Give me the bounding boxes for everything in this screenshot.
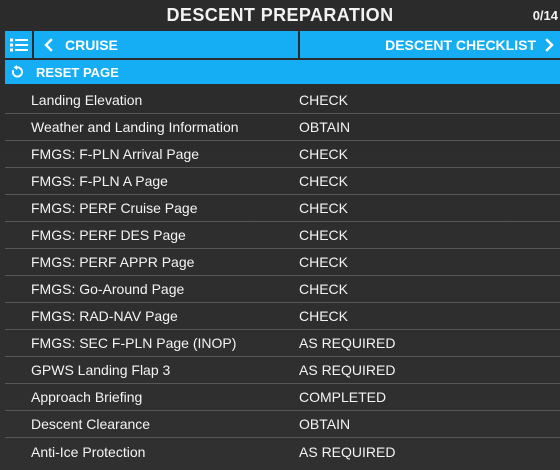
checklist-item-label: FMGS: PERF Cruise Page — [31, 200, 198, 216]
checklist-row[interactable]: Weather and Landing Information OBTAIN — [5, 114, 560, 141]
reset-page-button[interactable]: RESET PAGE — [5, 60, 560, 84]
checklist-row[interactable]: Descent Clearance OBTAIN — [5, 411, 560, 438]
checklist-row[interactable]: FMGS: PERF Cruise Page CHECK — [5, 195, 560, 222]
checklist-item-label: GPWS Landing Flap 3 — [31, 362, 171, 378]
checklist-row[interactable]: FMGS: PERF DES Page CHECK — [5, 222, 560, 249]
checklist-row[interactable]: FMGS: F-PLN Arrival Page CHECK — [5, 141, 560, 168]
checklist-row[interactable]: FMGS: Go-Around Page CHECK — [5, 276, 560, 303]
checklist-item-action: AS REQUIRED — [299, 335, 396, 351]
checklist-item-action: CHECK — [299, 173, 349, 189]
checklist-app: DESCENT PREPARATION 0/14 CRUISE DESCENT … — [0, 0, 560, 470]
checklist-item-label: Anti-Ice Protection — [31, 443, 146, 460]
checklist-item-action: CHECK — [299, 254, 349, 270]
list-icon — [9, 38, 28, 51]
checklist-item-action: COMPLETED — [299, 389, 387, 405]
checklist-item-action: CHECK — [299, 281, 349, 297]
chevron-left-icon — [44, 37, 53, 52]
checklist-item-label: Descent Clearance — [31, 416, 151, 432]
progress-counter: 0/14 — [532, 8, 558, 23]
checklist-item-label: Approach Briefing — [31, 389, 143, 405]
checklist-item-action: CHECK — [299, 200, 349, 216]
checklist: Landing Elevation CHECK Weather and Landin… — [5, 87, 560, 465]
checklist-row[interactable]: FMGS: PERF APPR Page CHECK — [5, 249, 560, 276]
checklist-item-label: FMGS: F-PLN A Page — [31, 173, 168, 189]
checklist-item-action: OBTAIN — [299, 119, 351, 135]
checklist-row[interactable]: FMGS: F-PLN A Page CHECK — [5, 168, 560, 195]
checklist-row[interactable]: FMGS: RAD-NAV Page CHECK — [5, 303, 560, 330]
checklist-item-label: FMGS: F-PLN Arrival Page — [31, 146, 200, 162]
prev-page-label: CRUISE — [65, 36, 118, 53]
checklist-row[interactable]: FMGS: SEC F-PLN Page (INOP) AS REQUIRED — [5, 330, 560, 357]
checklist-item-action: CHECK — [299, 227, 349, 243]
checklist-row[interactable]: Anti-Ice Protection AS REQUIRED — [5, 438, 560, 465]
next-page-button[interactable]: DESCENT CHECKLIST — [300, 31, 560, 58]
nav-row: CRUISE DESCENT CHECKLIST — [0, 31, 560, 58]
next-page-label: DESCENT CHECKLIST — [385, 36, 536, 53]
checklist-item-action: AS REQUIRED — [299, 443, 396, 460]
checklist-item-label: Weather and Landing Information — [31, 119, 239, 135]
checklist-item-action: CHECK — [299, 92, 349, 108]
checklist-item-action: OBTAIN — [299, 416, 351, 432]
checklist-item-action: CHECK — [299, 146, 349, 162]
page-title: DESCENT PREPARATION — [166, 5, 394, 25]
checklist-item-label: Landing Elevation — [31, 92, 143, 108]
checklist-row[interactable]: Landing Elevation CHECK — [5, 87, 560, 114]
title-bar: DESCENT PREPARATION 0/14 — [0, 0, 560, 32]
checklist-item-label: FMGS: PERF APPR Page — [31, 254, 195, 270]
checklist-item-label: FMGS: SEC F-PLN Page (INOP) — [31, 335, 237, 351]
checklist-item-label: FMGS: RAD-NAV Page — [31, 308, 178, 324]
reset-icon — [11, 65, 23, 78]
menu-button[interactable] — [5, 31, 32, 58]
reset-page-label: RESET PAGE — [36, 64, 119, 80]
checklist-item-label: FMGS: Go-Around Page — [31, 281, 185, 297]
prev-page-button[interactable]: CRUISE — [34, 31, 298, 58]
checklist-row[interactable]: Approach Briefing COMPLETED — [5, 384, 560, 411]
checklist-item-action: AS REQUIRED — [299, 362, 396, 378]
checklist-item-label: FMGS: PERF DES Page — [31, 227, 186, 243]
chevron-right-icon — [545, 37, 554, 52]
checklist-row[interactable]: GPWS Landing Flap 3 AS REQUIRED — [5, 357, 560, 384]
checklist-item-action: CHECK — [299, 308, 349, 324]
